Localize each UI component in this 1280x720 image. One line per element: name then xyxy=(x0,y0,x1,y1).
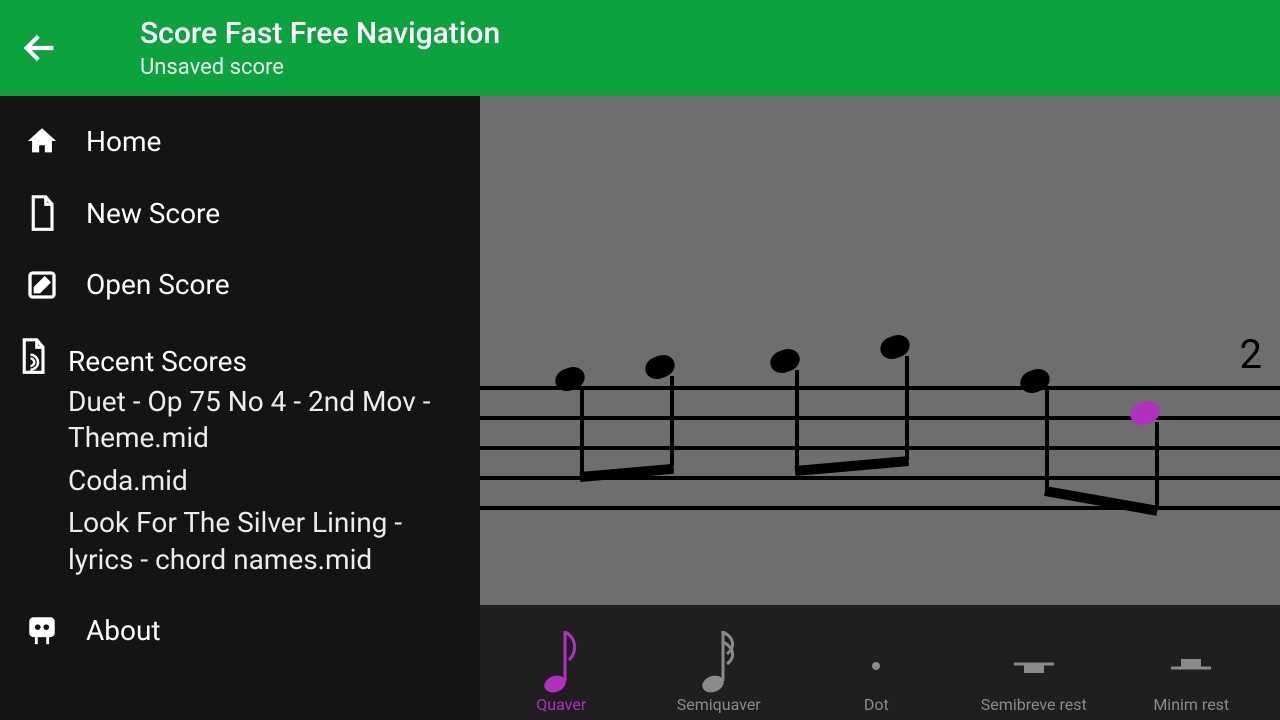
home-icon xyxy=(18,124,66,158)
nav-item-label: About xyxy=(86,614,161,647)
info-icon xyxy=(18,614,66,646)
nav-drawer: Home New Score Open Score Recent Scores … xyxy=(0,96,480,720)
semibreve-rest-icon xyxy=(1009,616,1059,696)
nav-item-new-score[interactable]: New Score xyxy=(0,176,480,250)
app-title: Score Fast Free Navigation xyxy=(140,16,500,51)
tool-minim-rest[interactable]: Minim rest xyxy=(1113,605,1271,720)
arrow-left-icon xyxy=(20,28,60,68)
minim-rest-icon xyxy=(1166,616,1216,696)
tool-semiquaver[interactable]: Semiquaver xyxy=(640,605,798,720)
back-button[interactable] xyxy=(0,0,80,96)
nav-item-label: Home xyxy=(86,125,161,158)
semiquaver-icon xyxy=(701,616,737,696)
quaver-icon xyxy=(543,616,579,696)
file-new-icon xyxy=(18,194,66,232)
nav-item-open-score[interactable]: Open Score xyxy=(0,250,480,319)
nav-item-label: Open Score xyxy=(86,268,230,301)
nav-item-recent-scores: Recent Scores Duet - Op 75 No 4 - 2nd Mo… xyxy=(0,319,480,596)
tool-semibreve-rest[interactable]: Semibreve rest xyxy=(955,605,1113,720)
recent-score-entry[interactable]: Look For The Silver Lining - lyrics - ch… xyxy=(68,505,460,578)
dot-icon xyxy=(866,616,886,696)
tool-quaver[interactable]: Quaver xyxy=(483,605,641,720)
nav-item-home[interactable]: Home xyxy=(0,106,480,176)
nav-item-label: New Score xyxy=(86,197,220,230)
file-audio-icon xyxy=(18,337,48,375)
tool-dot[interactable]: Dot xyxy=(798,605,956,720)
app-header: Score Fast Free Navigation Unsaved score xyxy=(0,0,1280,96)
measure-number: 2 xyxy=(1240,331,1262,378)
recent-score-entry[interactable]: Duet - Op 75 No 4 - 2nd Mov - Theme.mid xyxy=(68,384,460,457)
header-titles: Score Fast Free Navigation Unsaved score xyxy=(140,16,500,80)
file-edit-icon xyxy=(18,269,66,301)
app-subtitle: Unsaved score xyxy=(140,55,500,80)
nav-item-about[interactable]: About xyxy=(0,596,480,665)
recent-score-entry[interactable]: Coda.mid xyxy=(68,463,460,499)
recent-scores-title: Recent Scores xyxy=(68,345,460,378)
